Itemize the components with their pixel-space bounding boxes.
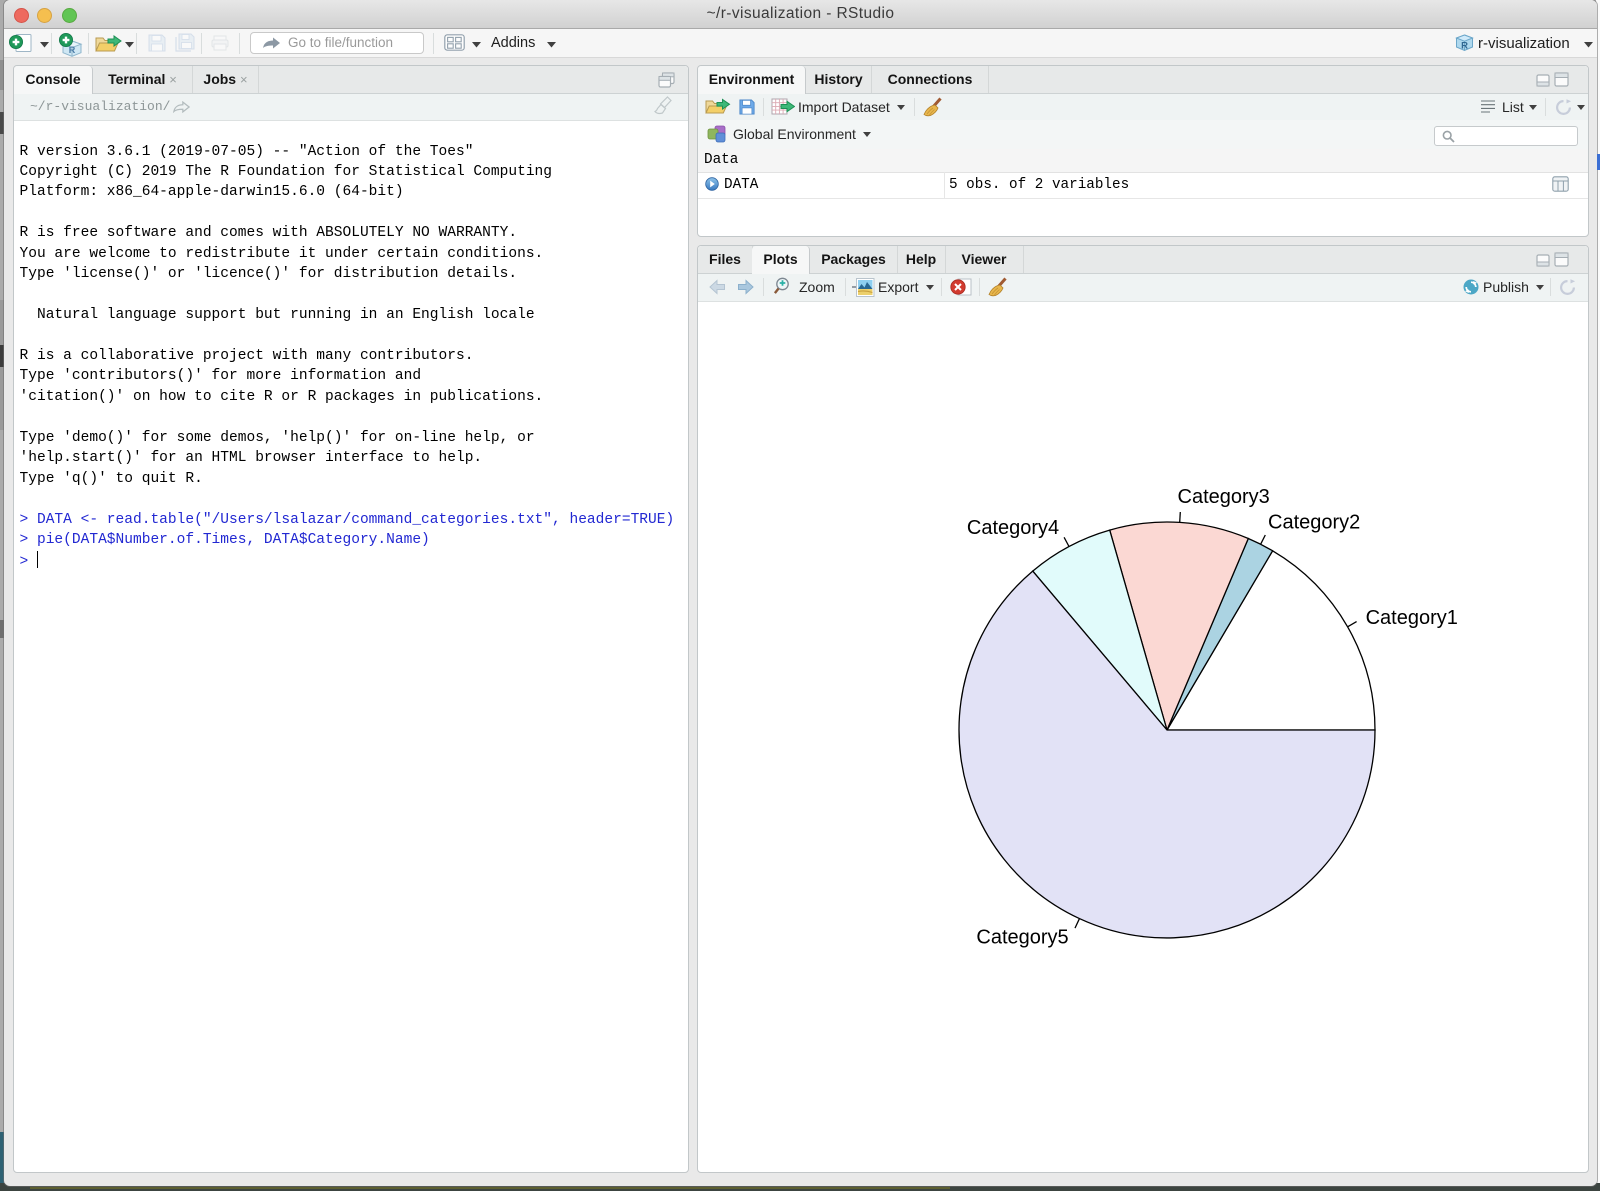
svg-text:Category1: Category1 (1366, 607, 1458, 629)
svg-text:Category3: Category3 (1178, 486, 1270, 508)
svg-text:Category4: Category4 (967, 517, 1059, 539)
svg-text:Category2: Category2 (1268, 512, 1360, 534)
svg-text:Category5: Category5 (976, 927, 1068, 949)
svg-text:R: R (69, 45, 76, 55)
svg-text:R: R (1461, 41, 1468, 52)
